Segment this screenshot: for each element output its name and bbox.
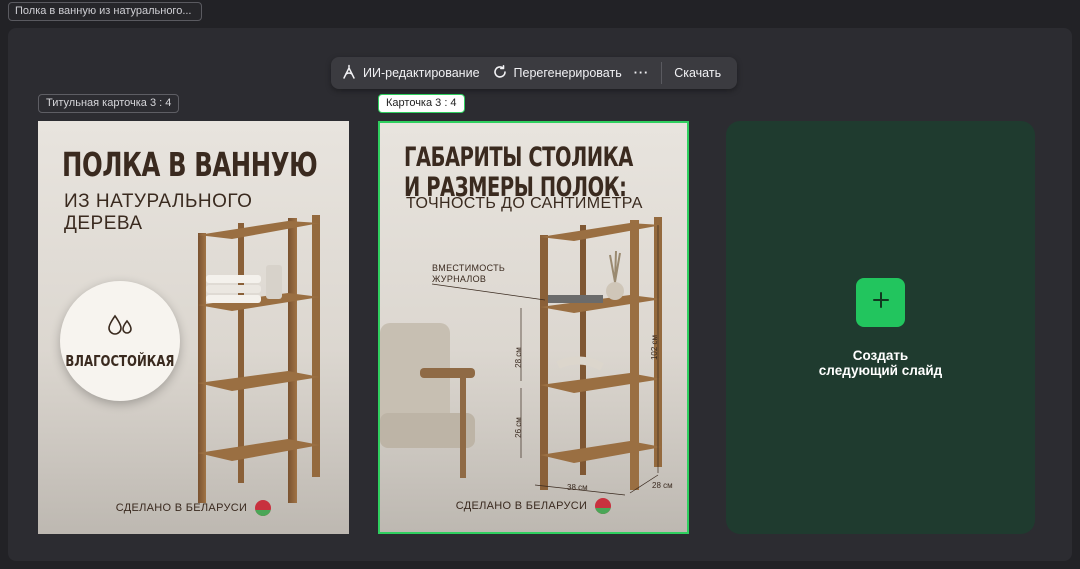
slide-title: ПОЛКА В ВАННУЮ bbox=[62, 145, 318, 184]
shelf-illustration bbox=[198, 215, 320, 503]
dimension-depth: 28 см bbox=[652, 481, 673, 490]
more-options-icon: ··· bbox=[633, 66, 650, 80]
made-in-label: СДЕЛАНО В БЕЛАРУСИ bbox=[455, 500, 588, 512]
create-next-slide-label: Создать следующий слайд bbox=[819, 348, 942, 378]
slide-subtitle: ИЗ НАТУРАЛЬНОГО ДЕРЕВА bbox=[64, 191, 252, 235]
water-drops-icon bbox=[105, 313, 135, 344]
add-slide-button[interactable] bbox=[856, 277, 905, 327]
slide-toolbar: ИИ-редактирование Перегенерировать ··· С… bbox=[331, 57, 737, 89]
belarus-flag-icon bbox=[595, 498, 612, 514]
made-in-footer: СДЕЛАНО В БЕЛАРУСИ bbox=[380, 498, 687, 514]
belarus-flag-icon bbox=[255, 500, 272, 516]
slide-dimensions-card[interactable]: ГАБАРИТЫ СТОЛИКА И РАЗМЕРЫ ПОЛОК: ТОЧНОС… bbox=[378, 121, 689, 534]
label-line: Создать bbox=[852, 347, 909, 363]
moisture-resistant-badge: ВЛАГОСТОЙКАЯ bbox=[60, 281, 180, 401]
subtitle-line: ДЕРЕВА bbox=[64, 213, 143, 234]
regenerate-button[interactable]: Перегенерировать bbox=[486, 60, 628, 86]
download-label: Скачать bbox=[674, 66, 722, 80]
slide-label-title-card[interactable]: Титульная карточка 3 : 4 bbox=[38, 94, 180, 113]
dimension-shelf-gap-upper: 28 см bbox=[513, 347, 523, 368]
subtitle-line: ИЗ НАТУРАЛЬНОГО bbox=[64, 191, 253, 212]
ai-edit-button[interactable]: ИИ-редактирование bbox=[335, 60, 486, 86]
toolbar-divider bbox=[661, 62, 663, 84]
dimension-height: 102 см bbox=[650, 334, 660, 361]
dimension-width: 38 см bbox=[567, 483, 588, 492]
slide-title-card[interactable]: ПОЛКА В ВАННУЮ ИЗ НАТУРАЛЬНОГО ДЕРЕВА ВЛ… bbox=[38, 121, 349, 534]
made-in-footer: СДЕЛАНО В БЕЛАРУСИ bbox=[38, 500, 349, 516]
ai-edit-label: ИИ-редактирование bbox=[363, 66, 480, 80]
label-line: следующий слайд bbox=[818, 362, 943, 378]
more-options-button[interactable]: ··· bbox=[628, 60, 656, 86]
top-bar: Полка в ванную из натурального... bbox=[0, 0, 1080, 26]
made-in-label: СДЕЛАНО В БЕЛАРУСИ bbox=[115, 502, 248, 514]
dimension-shelf-gap-lower: 26 см bbox=[513, 417, 523, 438]
download-button[interactable]: Скачать bbox=[668, 60, 727, 86]
regenerate-label: Перегенерировать bbox=[513, 66, 622, 80]
document-title[interactable]: Полка в ванную из натурального... bbox=[8, 2, 202, 21]
create-next-slide-button[interactable]: Создать следующий слайд bbox=[726, 121, 1035, 534]
refresh-icon bbox=[492, 64, 508, 83]
badge-label: ВЛАГОСТОЙКАЯ bbox=[65, 351, 175, 370]
ai-magic-icon bbox=[341, 64, 357, 83]
dimension-lines bbox=[431, 225, 659, 496]
slide-label-card[interactable]: Карточка 3 : 4 bbox=[378, 94, 465, 113]
plus-icon bbox=[872, 291, 890, 314]
